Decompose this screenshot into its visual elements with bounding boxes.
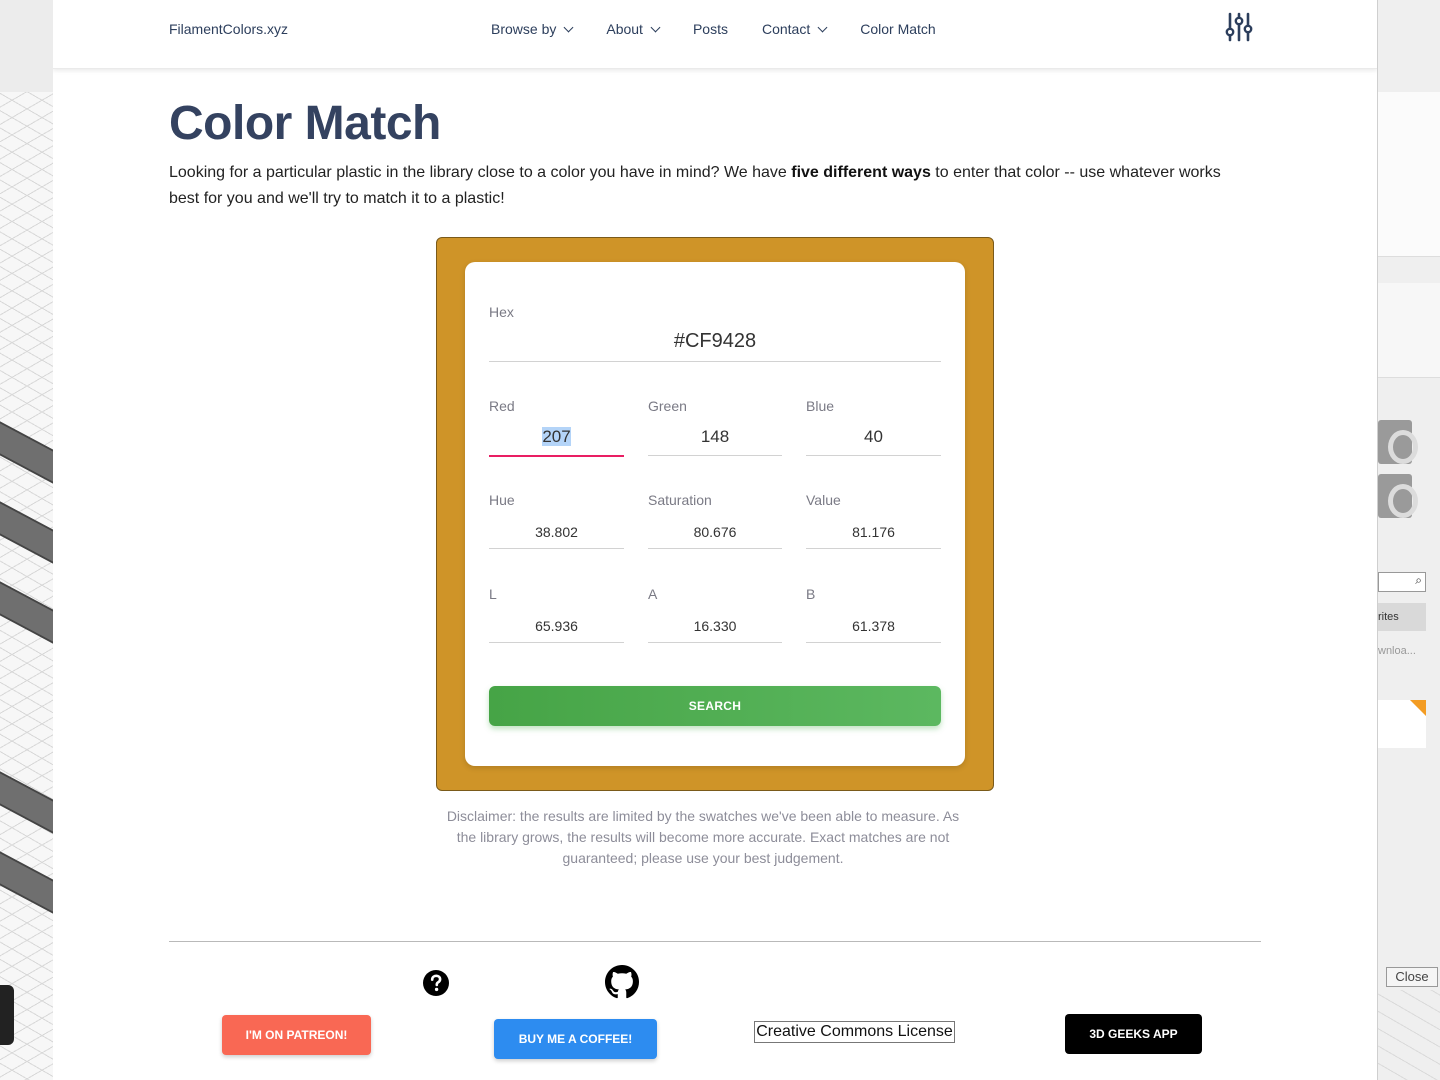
hex-label: Hex (489, 304, 514, 320)
background-grid (1378, 990, 1440, 1080)
background-panel (1378, 283, 1440, 378)
lab-l-field[interactable]: L 65.936 (489, 586, 624, 644)
3d-geeks-app-button[interactable]: 3D GEEKS APP (1065, 1014, 1202, 1054)
nav-item-label: About (606, 21, 643, 37)
color-form-card: Hex #CF9428 Red 207 Green 148 Blue 40 Hu… (465, 262, 965, 766)
background-close-button[interactable]: Close (1386, 967, 1438, 987)
nav-item-contact[interactable]: Contact (761, 21, 828, 37)
nav-item-about[interactable]: About (606, 21, 661, 37)
chevron-down-icon (817, 22, 828, 32)
nav-item-color-match[interactable]: Color Match (860, 21, 935, 37)
question-circle-icon[interactable] (422, 969, 450, 997)
background-search-box[interactable]: ⌕ (1378, 572, 1426, 592)
nav-item-label: Color Match (860, 21, 936, 37)
nav-item-posts[interactable]: Posts (693, 21, 728, 37)
green-field[interactable]: Green 148 (648, 398, 782, 456)
red-input[interactable]: 207 (489, 427, 624, 457)
green-label: Green (648, 398, 687, 414)
hue-label: Hue (489, 492, 515, 508)
github-icon[interactable] (605, 965, 639, 999)
background-knob (0, 985, 14, 1045)
nav-item-label: Browse by (491, 21, 557, 37)
chevron-down-icon (650, 22, 661, 32)
background-favorites-tab[interactable]: rites (1378, 603, 1426, 631)
blue-field[interactable]: Blue 40 (806, 398, 941, 456)
lab-b-label: B (806, 586, 816, 602)
brand-link[interactable]: FilamentColors.xyz (169, 21, 288, 37)
lab-l-label: L (489, 586, 497, 602)
lab-a-input[interactable]: 16.330 (648, 618, 782, 643)
blue-input[interactable]: 40 (806, 427, 941, 456)
creative-commons-license-link[interactable]: Creative Commons License (754, 1021, 955, 1043)
lab-a-field[interactable]: A 16.330 (648, 586, 782, 644)
value-input[interactable]: 81.176 (806, 524, 941, 549)
lab-b-field[interactable]: B 61.378 (806, 586, 941, 644)
lab-l-input[interactable]: 65.936 (489, 618, 624, 643)
chevron-down-icon (563, 22, 574, 32)
nav-item-label: Posts (692, 21, 728, 37)
green-input[interactable]: 148 (648, 427, 782, 456)
color-swatch: Hex #CF9428 Red 207 Green 148 Blue 40 Hu… (436, 237, 994, 791)
hue-field[interactable]: Hue 38.802 (489, 492, 624, 550)
blue-label: Blue (806, 398, 835, 414)
intro-paragraph: Looking for a particular plastic in the … (169, 160, 1249, 212)
saturation-label: Saturation (648, 492, 712, 508)
nav-item-browse-by[interactable]: Browse by (491, 21, 574, 37)
footer-divider (169, 941, 1261, 942)
saturation-field[interactable]: Saturation 80.676 (648, 492, 782, 550)
disclaimer-text: Disclaimer: the results are limited by t… (446, 808, 960, 866)
background-cad-viewport-left (0, 0, 54, 1080)
search-icon: ⌕ (1415, 573, 1422, 587)
background-thumbnail[interactable] (1378, 474, 1418, 518)
lab-a-label: A (648, 586, 658, 602)
search-button[interactable]: SEARCH (489, 686, 941, 726)
patreon-button[interactable]: I'M ON PATREON! (222, 1015, 371, 1055)
lab-b-input[interactable]: 61.378 (806, 618, 941, 643)
value-label: Value (806, 492, 841, 508)
warning-icon (1378, 700, 1426, 748)
navbar: FilamentColors.xyz Browse by About Posts… (53, 0, 1377, 69)
hex-input[interactable]: #CF9428 (489, 330, 941, 362)
nav-menu: Browse by About Posts Contact Color Matc… (491, 21, 970, 37)
red-field[interactable]: Red 207 (489, 398, 624, 457)
nav-item-label: Contact (761, 21, 811, 37)
intro-text: Looking for a particular plastic in the … (169, 164, 792, 181)
saturation-input[interactable]: 80.676 (648, 524, 782, 549)
hue-input[interactable]: 38.802 (489, 524, 624, 549)
buy-me-a-coffee-button[interactable]: BUY ME A COFFEE! (494, 1019, 657, 1059)
background-app-right-panel: ⌕ rites wnloa... Close (1377, 0, 1440, 1080)
web-page: FilamentColors.xyz Browse by About Posts… (53, 0, 1377, 1080)
page-title: Color Match (169, 97, 441, 150)
red-input-selected-text: 207 (542, 427, 571, 446)
red-label: Red (489, 398, 515, 414)
hex-field[interactable]: Hex #CF9428 (489, 304, 941, 362)
value-field[interactable]: Value 81.176 (806, 492, 941, 550)
intro-bold-text: five different ways (791, 164, 931, 181)
background-downloads-text: wnloa... (1378, 645, 1416, 657)
background-thumbnail[interactable] (1378, 420, 1418, 464)
background-panel (1378, 92, 1440, 257)
sliders-icon[interactable] (1225, 12, 1253, 42)
